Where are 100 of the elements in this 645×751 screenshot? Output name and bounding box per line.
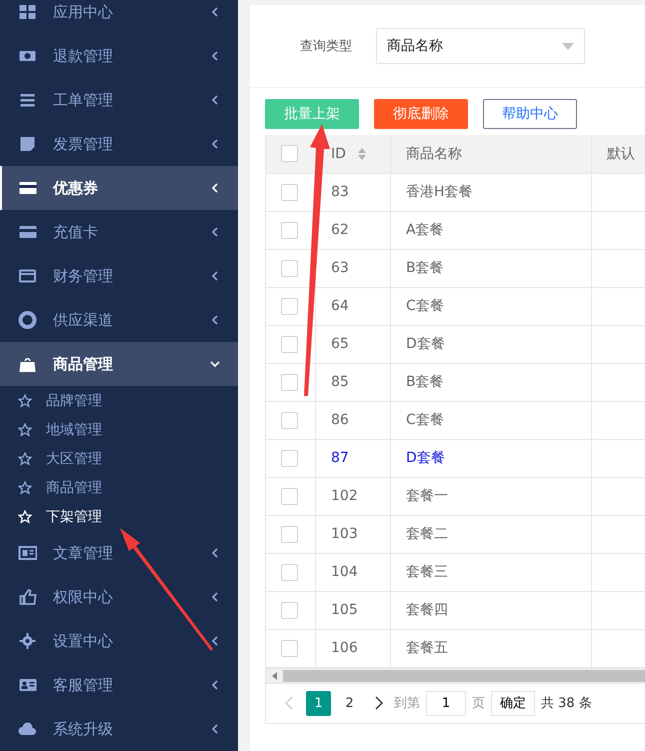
row-checkbox[interactable] — [281, 184, 298, 200]
dropdown-icon — [562, 42, 574, 50]
chevron-icon — [210, 636, 220, 646]
table-cell: 香港H套餐 — [390, 173, 592, 211]
table-cell: C套餐 — [390, 401, 592, 439]
table-cell: 102 — [316, 477, 390, 515]
row-checkbox[interactable] — [281, 374, 298, 390]
row-checkbox[interactable] — [281, 298, 298, 314]
star-icon — [18, 480, 32, 494]
chevron-icon — [210, 7, 220, 17]
row-checkbox[interactable] — [281, 640, 298, 656]
sidebar-item[interactable]: 客服管理 — [0, 663, 238, 707]
action-button[interactable]: 帮助中心 — [483, 99, 577, 129]
page-button[interactable]: 1 — [306, 690, 331, 716]
menu-icon — [18, 720, 37, 738]
menu-icon — [18, 91, 37, 109]
table-cell: D套餐 — [390, 439, 592, 477]
chevron-icon — [210, 95, 220, 105]
sidebar-item[interactable]: 优惠券 — [0, 166, 238, 210]
chevron-icon — [210, 359, 220, 369]
page-unit: 页 — [472, 695, 485, 712]
row-checkbox[interactable] — [281, 602, 298, 618]
menu-icon — [18, 676, 37, 694]
column-header: 默认 — [592, 135, 645, 173]
menu-icon — [18, 355, 37, 373]
menu-icon — [18, 588, 37, 606]
chevron-icon — [210, 139, 220, 149]
row-checkbox[interactable] — [281, 526, 298, 542]
chevron-icon — [210, 271, 220, 281]
sidebar-item[interactable]: 发票管理 — [0, 122, 238, 166]
total-count: 共 38 条 — [541, 695, 592, 712]
menu-icon — [18, 311, 37, 329]
scroll-left-icon[interactable] — [272, 672, 277, 680]
table-cell: 104 — [316, 553, 390, 591]
action-button[interactable]: 彻底删除 — [374, 99, 468, 129]
table-cell: 106 — [316, 629, 390, 667]
submenu-item[interactable]: 商品管理 — [0, 473, 238, 502]
menu-icon — [18, 544, 37, 562]
query-type-select[interactable]: 商品名称 — [376, 28, 585, 64]
menu-icon — [18, 3, 37, 21]
table-cell: 105 — [316, 591, 390, 629]
chevron-icon — [210, 548, 220, 558]
sidebar-item[interactable]: 工单管理 — [0, 78, 238, 122]
menu-icon — [18, 267, 37, 285]
table-cell: 套餐一 — [390, 477, 592, 515]
table-cell: 套餐三 — [390, 553, 592, 591]
table-cell: B套餐 — [390, 363, 592, 401]
sidebar-item[interactable]: 系统升级 — [0, 707, 238, 751]
row-checkbox[interactable] — [281, 336, 298, 352]
sidebar-item[interactable]: 供应渠道 — [0, 298, 238, 342]
sort-icon[interactable] — [356, 148, 368, 160]
row-checkbox[interactable] — [281, 450, 298, 466]
table-cell: C套餐 — [390, 287, 592, 325]
submenu-item[interactable]: 下架管理 — [0, 502, 238, 531]
star-icon — [18, 452, 32, 466]
chevron-icon — [210, 183, 220, 193]
table-cell: 87 — [316, 439, 390, 477]
chevron-icon — [210, 51, 220, 61]
table-cell: 86 — [316, 401, 390, 439]
sidebar-item[interactable]: 充值卡 — [0, 210, 238, 254]
page-input[interactable]: 1 — [426, 690, 466, 716]
row-checkbox[interactable] — [281, 564, 298, 580]
table-cell: 套餐五 — [390, 629, 592, 667]
confirm-button[interactable]: 确定 — [491, 690, 535, 716]
table-cell: 85 — [316, 363, 390, 401]
menu-icon — [18, 632, 37, 650]
table-cell: B套餐 — [390, 249, 592, 287]
chevron-icon — [210, 592, 220, 602]
table-cell: 64 — [316, 287, 390, 325]
submenu-item[interactable]: 大区管理 — [0, 444, 238, 473]
chevron-icon — [210, 227, 220, 237]
row-checkbox[interactable] — [281, 412, 298, 428]
menu-icon — [18, 223, 37, 241]
page-button[interactable]: 2 — [337, 690, 362, 716]
menu-icon — [18, 135, 37, 153]
table-cell: 65 — [316, 325, 390, 363]
column-header: 商品名称 — [390, 135, 592, 173]
sidebar-item[interactable]: 文章管理 — [0, 531, 238, 575]
table-cell: D套餐 — [390, 325, 592, 363]
row-checkbox[interactable] — [281, 488, 298, 504]
table-cell: 套餐二 — [390, 515, 592, 553]
sidebar-item[interactable]: 退款管理 — [0, 34, 238, 78]
chevron-icon — [210, 724, 220, 734]
row-checkbox[interactable] — [281, 260, 298, 276]
sidebar-item[interactable]: 权限中心 — [0, 575, 238, 619]
chevron-icon — [210, 680, 220, 690]
sidebar-item[interactable]: 财务管理 — [0, 254, 238, 298]
select-all-checkbox[interactable] — [281, 145, 298, 162]
row-checkbox[interactable] — [281, 222, 298, 238]
sidebar-item[interactable]: 商品管理 — [0, 342, 238, 386]
sidebar-item[interactable]: 应用中心 — [0, 0, 238, 34]
horizontal-scrollbar[interactable] — [265, 668, 645, 684]
filter-label: 查询类型 — [300, 38, 352, 55]
star-icon — [18, 510, 32, 524]
chevron-icon — [210, 315, 220, 325]
menu-icon — [18, 179, 37, 197]
table-cell: 103 — [316, 515, 390, 553]
submenu-item[interactable]: 品牌管理 — [0, 386, 238, 415]
goto-label: 到第 — [394, 695, 420, 712]
submenu-item[interactable]: 地域管理 — [0, 415, 238, 444]
